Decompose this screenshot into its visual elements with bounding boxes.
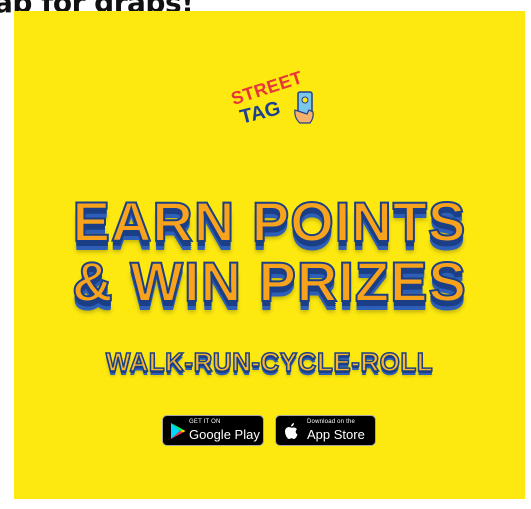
apple-icon: [285, 423, 298, 439]
street-tag-logo: STREET TAG: [226, 67, 326, 142]
headline-line-2: & WIN PRIZES: [71, 249, 467, 314]
google-badge-small-text: GET IT ON: [189, 419, 221, 425]
app-store-badge[interactable]: Download on the App Store: [275, 415, 376, 446]
phone-hand-icon: [294, 91, 314, 124]
google-badge-big-text: Google Play: [189, 427, 260, 442]
headline-line-1: EARN POINTS: [72, 189, 467, 254]
google-play-badge[interactable]: GET IT ON Google Play: [162, 415, 264, 446]
tagline: WALK-RUN-CYCLE-ROLL: [105, 346, 434, 378]
promo-poster: STREET TAG EARN POINTS & WIN PRIZES WALK…: [14, 11, 525, 499]
apple-badge-big-text: App Store: [307, 427, 365, 442]
apple-badge-small-text: Download on the: [307, 419, 356, 425]
google-play-icon: [171, 423, 186, 439]
